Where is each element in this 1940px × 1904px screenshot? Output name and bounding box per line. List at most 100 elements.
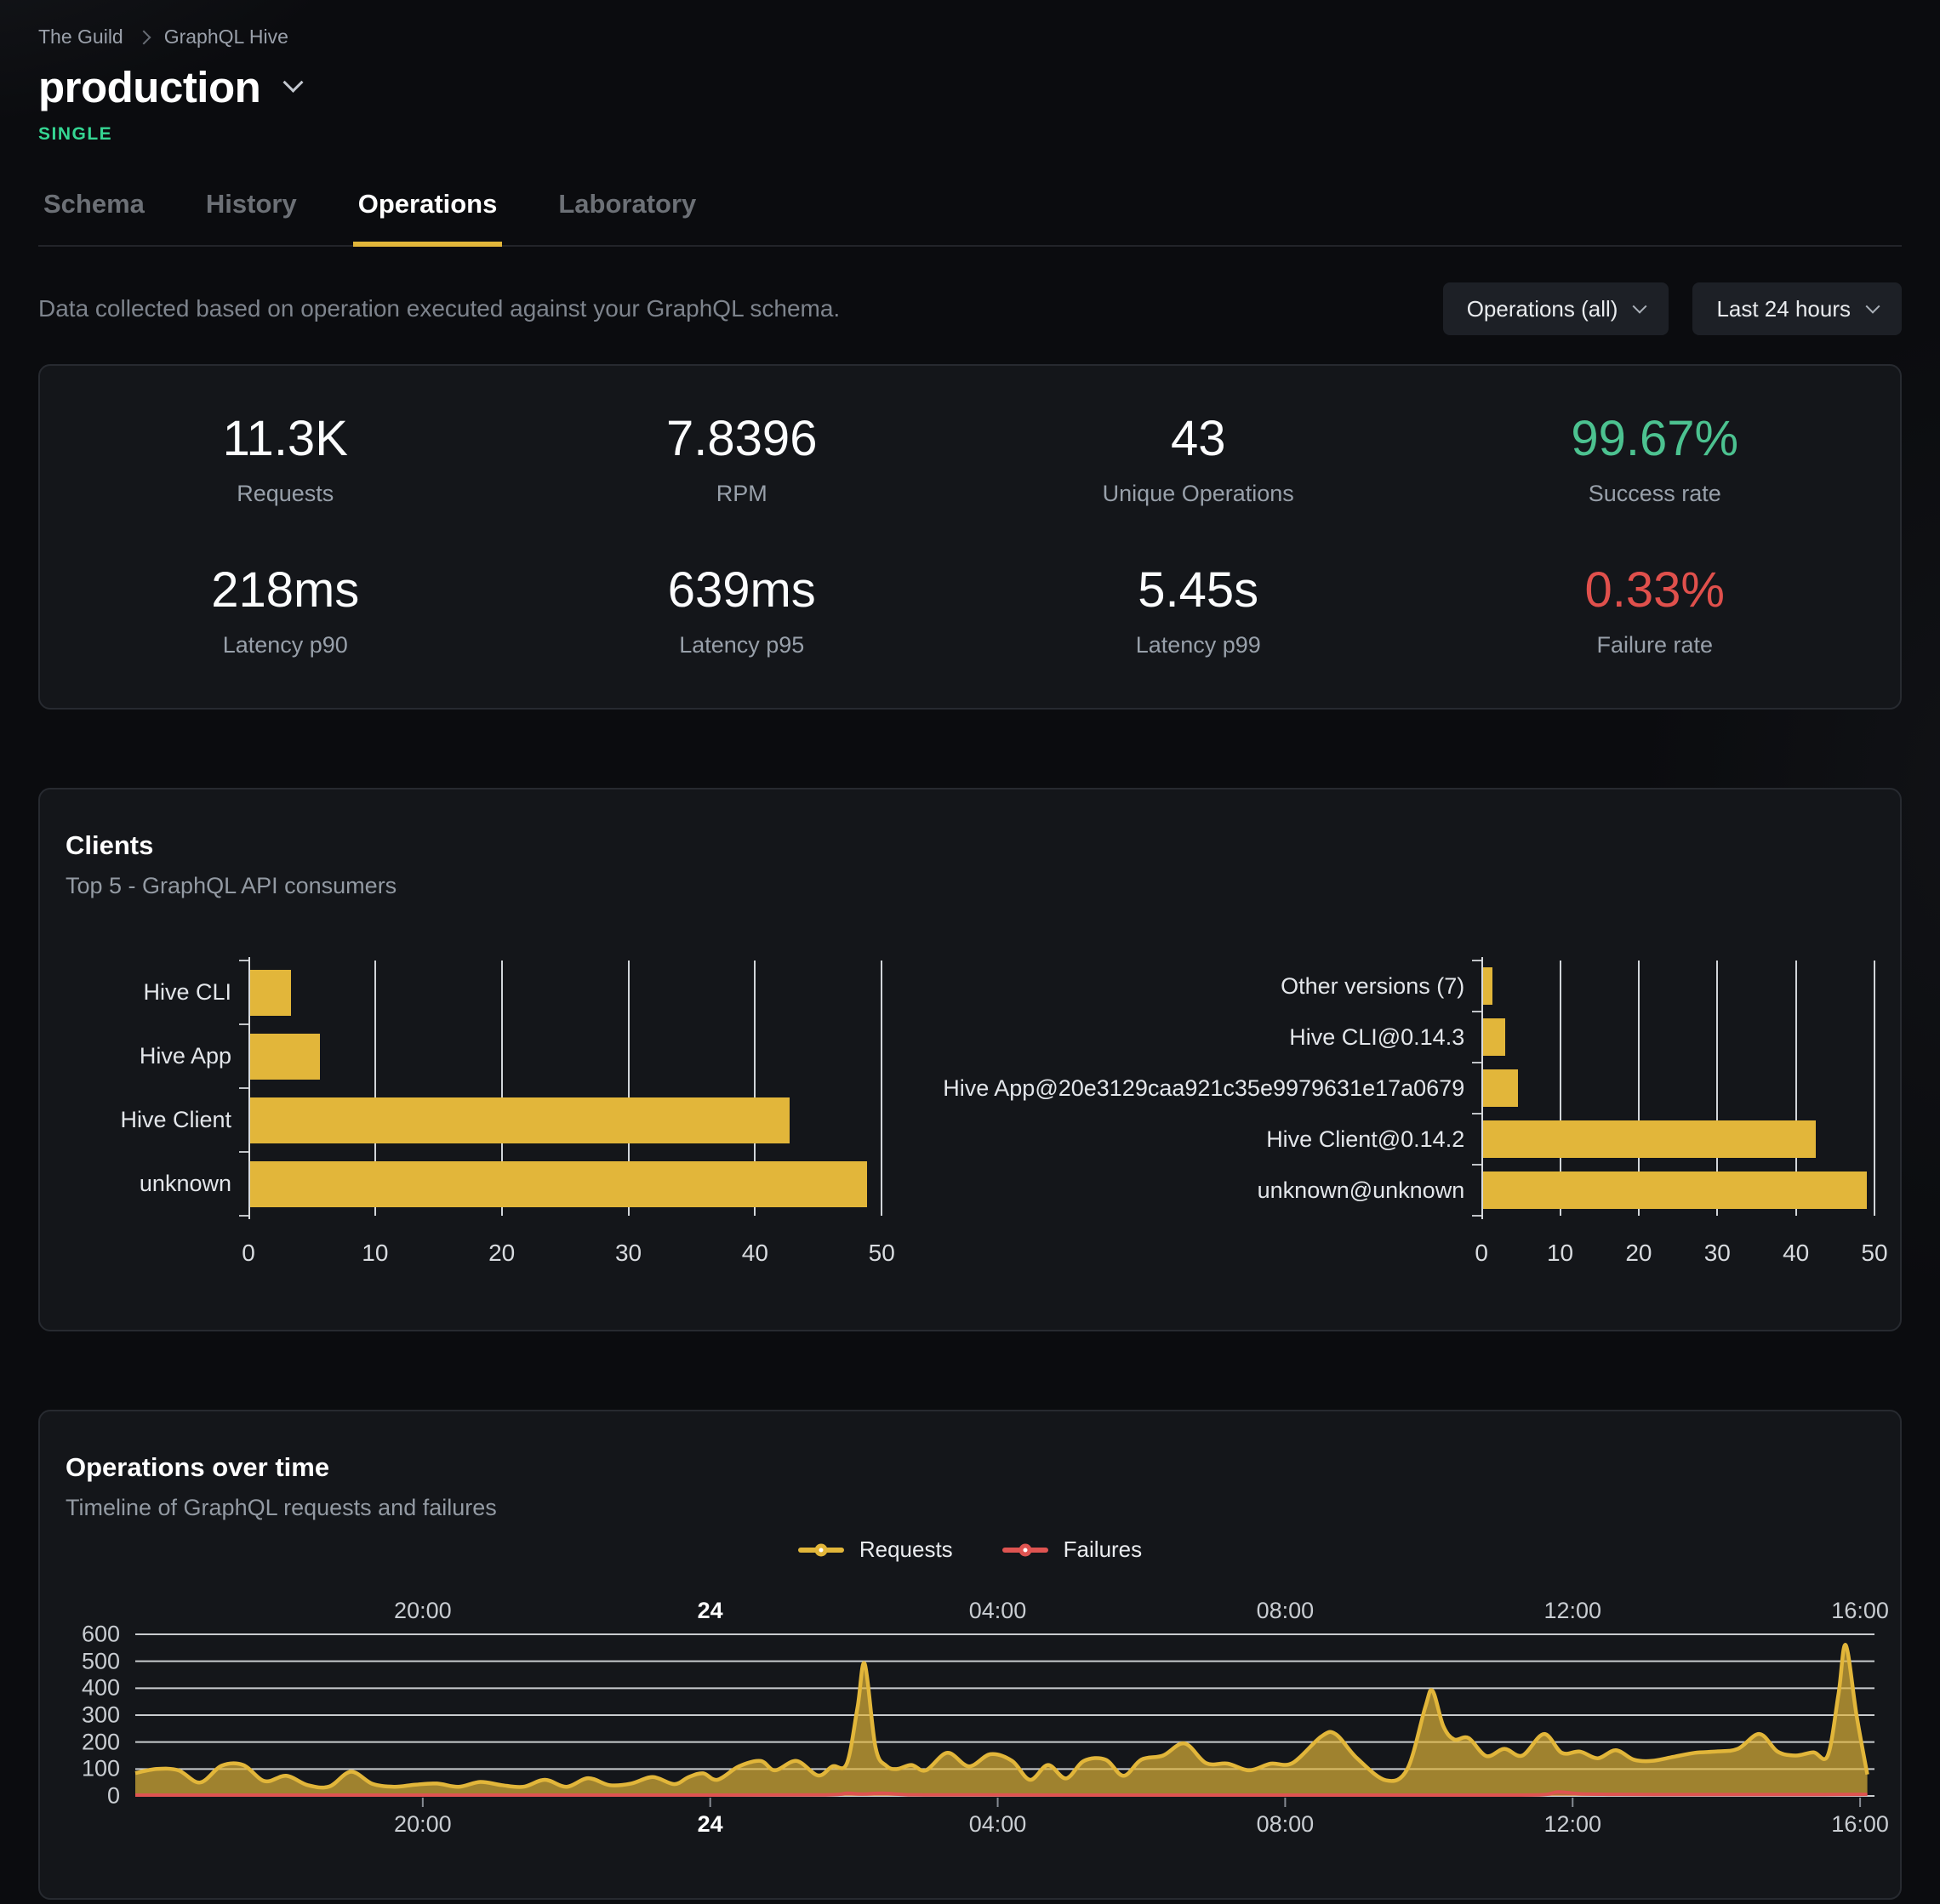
requests-area [135,1645,1868,1796]
stats-card: 11.3K Requests 7.8396 RPM 43 Unique Oper… [38,364,1902,710]
x-axis-tick-label: 20 [1625,1240,1652,1267]
x-axis-tick-label: 10 [362,1240,388,1267]
clients-charts-row: Hive CLIHive AppHive Clientunknown 01020… [66,961,1874,1275]
timeline-y-axis: 0100200300400500600 [66,1634,135,1796]
breadcrumb-org-link[interactable]: The Guild [38,26,123,48]
tab-schema[interactable]: Schema [38,177,150,247]
bar [250,970,291,1016]
stat-value: 99.67% [1427,410,1884,467]
bar-category-label: Other versions (7) [916,961,1464,1012]
time-axis-label: 08:00 [1257,1811,1315,1838]
stat-label: Success rate [1427,481,1884,507]
bar [250,1097,790,1143]
y-axis-tick [1472,960,1481,961]
spacer [916,1216,1481,1275]
legend-label: Requests [859,1536,953,1563]
bar-category-label: Hive App [66,1024,231,1088]
timeline-top-axis: 20:002404:0008:0012:0016:00 [135,1592,1874,1634]
bar-category-label: Hive Client@0.14.2 [916,1114,1464,1165]
y-axis-tick [239,960,248,961]
x-axis-tick-label: 10 [1547,1240,1573,1267]
y-axis-tick [239,1215,248,1217]
y-axis-tick [1472,1113,1481,1114]
legend-item-requests[interactable]: Requests [798,1536,953,1563]
failures-series-icon [1002,1537,1048,1563]
operations-card-title: Operations over time [66,1452,1874,1483]
page-description: Data collected based on operation execut… [38,295,840,322]
breadcrumb-separator-icon [136,30,151,44]
time-axis-label: 12:00 [1543,1811,1601,1838]
operations-filter-button[interactable]: Operations (all) [1443,282,1669,335]
time-axis-label: 08:00 [1257,1598,1315,1624]
timeline-plot-area [135,1634,1874,1796]
spacer [66,1216,248,1275]
stat-success-rate: 99.67% Success rate [1427,410,1884,507]
breadcrumb-project-link[interactable]: GraphQL Hive [164,26,288,48]
stat-label: RPM [514,481,971,507]
breadcrumb: The Guild GraphQL Hive [38,0,1902,48]
y-axis-label: 400 [82,1675,120,1702]
time-axis-label: 04:00 [969,1811,1027,1838]
x-axis-tick-label: 30 [615,1240,642,1267]
stat-value: 0.33% [1427,562,1884,619]
time-axis-label: 24 [698,1811,723,1838]
bar-category-label: Hive CLI@0.14.3 [916,1012,1464,1063]
gridline [881,961,882,1216]
time-axis-label: 16:00 [1831,1598,1889,1624]
bar-x-axis: 01020304050 [248,1240,882,1275]
legend-label: Failures [1064,1536,1142,1563]
y-axis-tick [1472,1215,1481,1217]
time-axis-label: 16:00 [1831,1811,1889,1838]
stat-label: Failure rate [1427,632,1884,658]
tab-operations[interactable]: Operations [353,177,503,247]
stat-value: 7.8396 [514,410,971,467]
bar [1483,967,1492,1004]
y-axis-tick [1472,1011,1481,1012]
timeline-svg [135,1634,1874,1808]
clients-card: Clients Top 5 - GraphQL API consumers Hi… [38,788,1902,1331]
stat-failure-rate: 0.33% Failure rate [1427,562,1884,658]
target-type-badge: SINGLE [38,124,1902,145]
operations-page: Data collected based on operation execut… [0,282,1940,1900]
y-axis-tick [1472,1164,1481,1166]
bar-category-label: Hive Client [66,1088,231,1152]
tab-history[interactable]: History [201,177,302,247]
bar-x-axis: 01020304050 [1481,1240,1874,1275]
x-axis-tick-label: 40 [742,1240,768,1267]
stat-latency-p95: 639ms Latency p95 [514,562,971,658]
stat-value: 5.45s [970,562,1427,619]
y-axis-tick [239,1151,248,1153]
bar-category-label: unknown [66,1152,231,1216]
chevron-down-icon[interactable] [283,72,304,93]
y-axis-label: 100 [82,1756,120,1782]
period-filter-button[interactable]: Last 24 hours [1692,282,1902,335]
timeline-bottom-axis: 20:002404:0008:0012:0016:00 [135,1796,1874,1844]
chevron-down-icon [1866,299,1880,314]
x-axis-tick-label: 0 [1475,1240,1488,1267]
bar-category-label: unknown@unknown [916,1165,1464,1216]
x-axis-tick-label: 50 [869,1240,895,1267]
stat-rpm: 7.8396 RPM [514,410,971,507]
time-axis-label: 12:00 [1543,1598,1601,1624]
x-axis-tick-label: 40 [1783,1240,1809,1267]
bar-category-labels: Other versions (7)Hive CLI@0.14.3Hive Ap… [916,961,1481,1216]
stat-label: Unique Operations [970,481,1427,507]
stat-label: Requests [57,481,514,507]
clients-by-name-chart: Hive CLIHive AppHive Clientunknown 01020… [66,961,916,1275]
time-axis-label: 20:00 [394,1811,452,1838]
stat-value: 43 [970,410,1427,467]
timeline-chart: 20:002404:0008:0012:0016:00 010020030040… [66,1592,1874,1844]
y-axis-label: 300 [82,1702,120,1729]
clients-card-subtitle: Top 5 - GraphQL API consumers [66,873,1874,899]
bar-plot-area [248,961,882,1216]
x-axis-tick-label: 30 [1704,1240,1731,1267]
y-axis-tick [1472,1062,1481,1063]
clients-by-version-chart: Other versions (7)Hive CLI@0.14.3Hive Ap… [916,961,1874,1275]
bar [250,1161,867,1207]
tab-laboratory[interactable]: Laboratory [553,177,701,247]
legend-item-failures[interactable]: Failures [1002,1536,1142,1563]
bar [1483,1171,1867,1208]
stat-requests: 11.3K Requests [57,410,514,507]
stat-value: 11.3K [57,410,514,467]
page-title: production [38,62,260,112]
